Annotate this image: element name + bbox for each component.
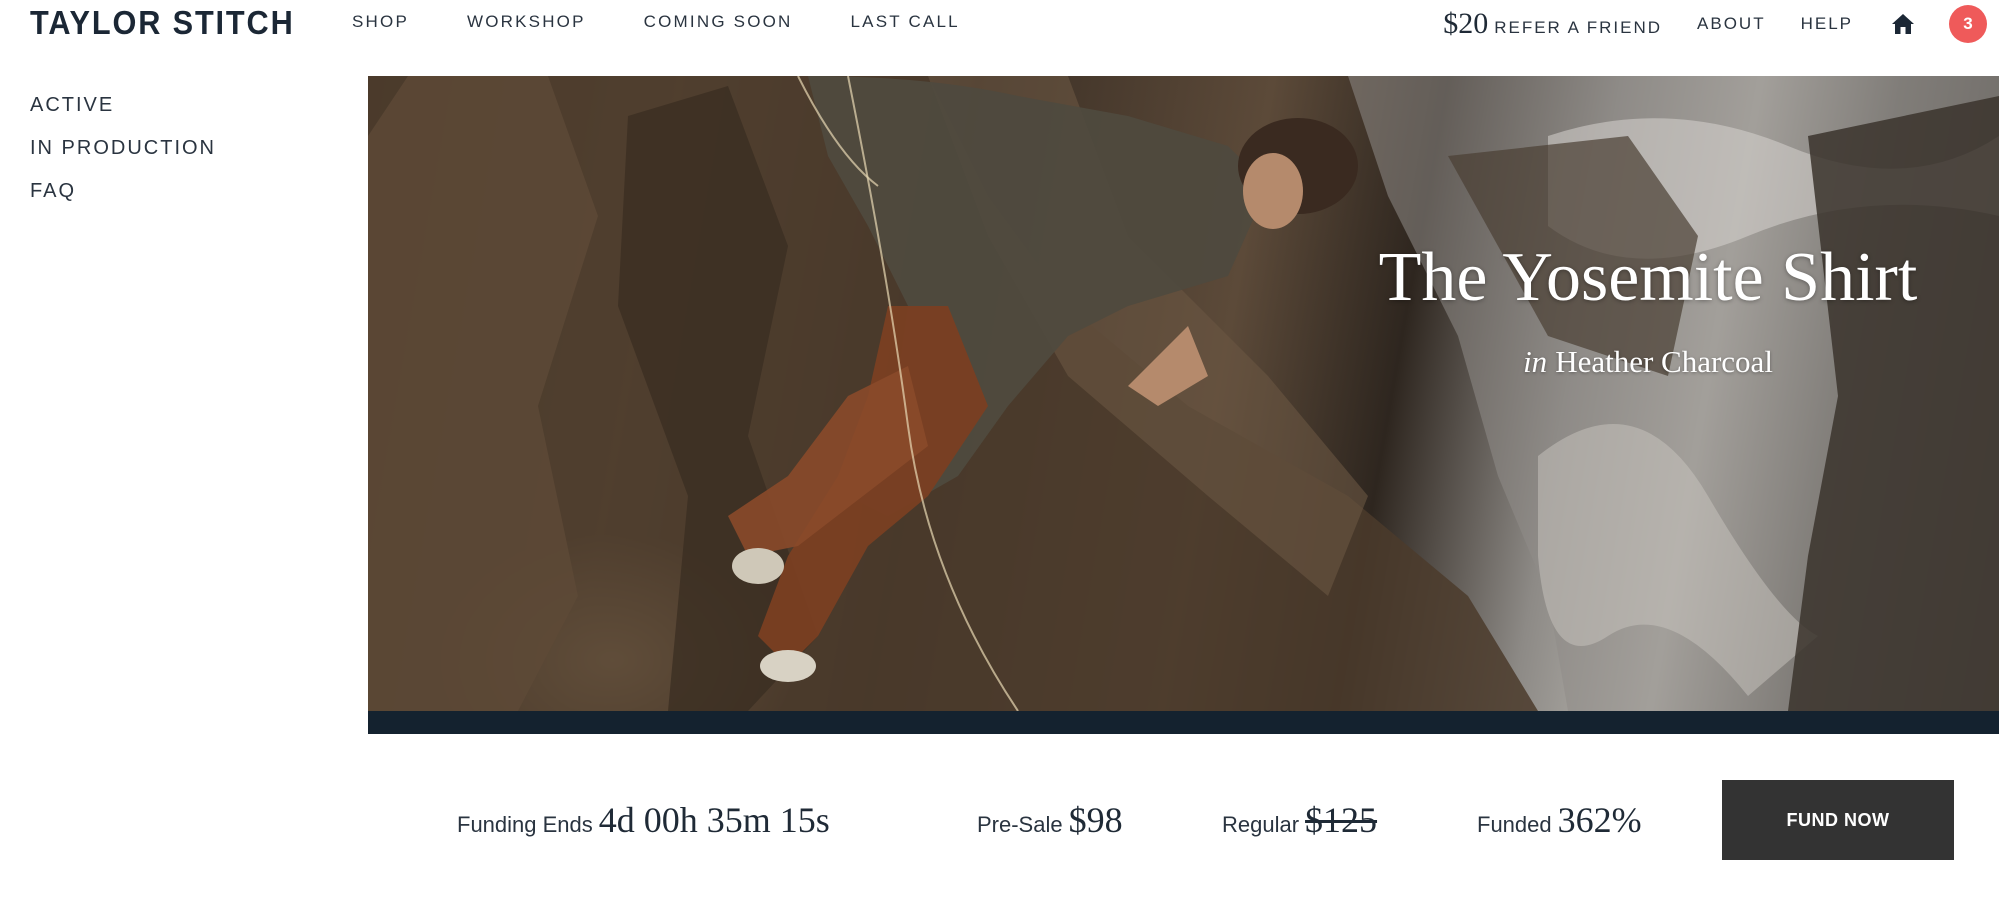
page: TAYLOR STITCH SHOP WORKSHOP COMING SOON … bbox=[0, 0, 1999, 909]
hero-subtitle: in Heather Charcoal bbox=[1328, 344, 1968, 380]
refer-amount: $20 bbox=[1443, 7, 1489, 40]
sidebar: ACTIVE IN PRODUCTION FAQ bbox=[30, 94, 216, 223]
funded-label: Funded bbox=[1477, 812, 1552, 837]
refer-a-friend-link[interactable]: $20 REFER A FRIEND bbox=[1443, 7, 1662, 41]
regular-price-label: Regular bbox=[1222, 812, 1300, 837]
presale-price: $98 bbox=[1068, 800, 1123, 840]
sidebar-item-in-production[interactable]: IN PRODUCTION bbox=[30, 137, 216, 160]
funded-percent: 362% bbox=[1557, 800, 1642, 840]
hero-subtitle-color: Heather Charcoal bbox=[1555, 344, 1773, 379]
presale-label: Pre-Sale bbox=[977, 812, 1063, 837]
funded-stat: Funded 362% bbox=[1477, 799, 1642, 841]
nav-last-call[interactable]: LAST CALL bbox=[851, 12, 960, 32]
funding-ends-label: Funding Ends bbox=[457, 812, 593, 837]
hero-title: The Yosemite Shirt bbox=[1378, 239, 1918, 316]
presale-stat: Pre-Sale $98 bbox=[977, 799, 1123, 841]
about-link[interactable]: ABOUT bbox=[1697, 14, 1766, 34]
refer-label: REFER A FRIEND bbox=[1494, 18, 1663, 37]
hero-scene-illustration bbox=[368, 76, 1999, 711]
brand-logo[interactable]: TAYLOR STITCH bbox=[30, 4, 295, 42]
nav-shop[interactable]: SHOP bbox=[352, 12, 409, 32]
site-header: TAYLOR STITCH SHOP WORKSHOP COMING SOON … bbox=[0, 0, 1999, 60]
hero-image: The Yosemite Shirt in Heather Charcoal bbox=[368, 76, 1999, 711]
nav-coming-soon[interactable]: COMING SOON bbox=[644, 12, 793, 32]
cart-count-badge[interactable]: 3 bbox=[1949, 5, 1987, 43]
sidebar-item-faq[interactable]: FAQ bbox=[30, 180, 216, 203]
funding-ends-value: 4d 00h 35m 15s bbox=[598, 800, 830, 840]
regular-price-stat: Regular $125 bbox=[1222, 799, 1377, 841]
home-icon[interactable] bbox=[1890, 11, 1916, 37]
main-nav: SHOP WORKSHOP COMING SOON LAST CALL bbox=[352, 12, 1018, 32]
utility-nav: $20 REFER A FRIEND ABOUT HELP 3 bbox=[1443, 0, 1999, 48]
funding-ends-stat: Funding Ends 4d 00h 35m 15s bbox=[457, 799, 830, 841]
fund-now-button[interactable]: FUND NOW bbox=[1722, 780, 1954, 860]
help-link[interactable]: HELP bbox=[1801, 14, 1853, 34]
hero-subtitle-prefix: in bbox=[1523, 344, 1548, 379]
regular-price-value: $125 bbox=[1305, 800, 1378, 840]
hero-bottom-band bbox=[368, 711, 1999, 734]
sidebar-item-active[interactable]: ACTIVE bbox=[30, 94, 216, 117]
nav-workshop[interactable]: WORKSHOP bbox=[467, 12, 586, 32]
